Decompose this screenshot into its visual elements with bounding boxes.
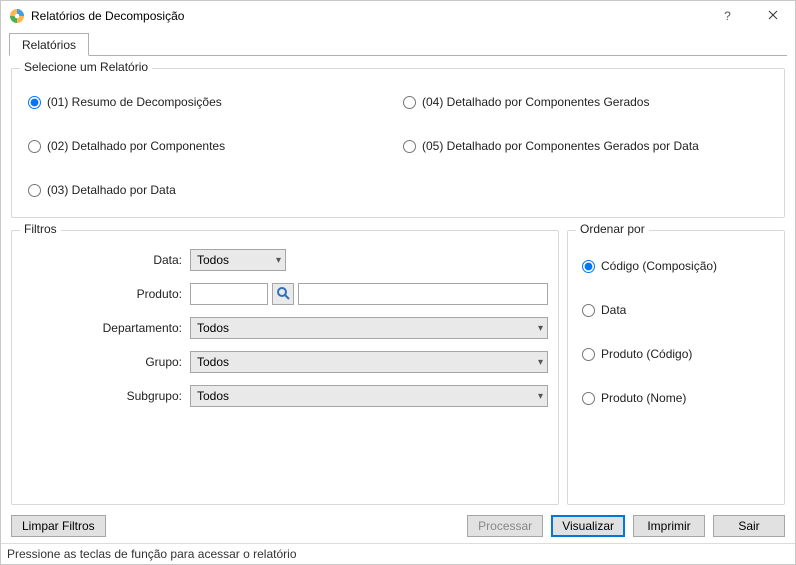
order-radio-produto-codigo[interactable] <box>582 348 595 361</box>
order-radio-codigo[interactable] <box>582 260 595 273</box>
chevron-down-icon: ▾ <box>538 391 543 402</box>
order-option-produto-nome[interactable]: Produto (Nome) <box>582 391 770 405</box>
label-grupo: Grupo: <box>145 355 190 369</box>
report-option-04[interactable]: (04) Detalhado por Componentes Gerados <box>403 95 768 109</box>
report-option-label: (01) Resumo de Decomposições <box>47 95 222 109</box>
report-option-label: (05) Detalhado por Componentes Gerados p… <box>422 139 699 153</box>
clear-filters-button[interactable]: Limpar Filtros <box>11 515 106 537</box>
select-data-value: Todos <box>197 253 229 267</box>
tab-relatorios[interactable]: Relatórios <box>9 33 89 56</box>
order-option-data[interactable]: Data <box>582 303 770 317</box>
input-produto-codigo[interactable] <box>190 283 268 305</box>
chevron-down-icon: ▾ <box>538 323 543 334</box>
chevron-down-icon: ▾ <box>538 357 543 368</box>
report-radio-04[interactable] <box>403 96 416 109</box>
report-option-label: (03) Detalhado por Data <box>47 183 176 197</box>
order-option-label: Data <box>601 303 626 317</box>
select-data[interactable]: Todos ▾ <box>190 249 286 271</box>
select-departamento[interactable]: Todos ▾ <box>190 317 548 339</box>
group-order: Ordenar por Código (Composição) Data Pro… <box>567 230 785 505</box>
order-option-produto-codigo[interactable]: Produto (Código) <box>582 347 770 361</box>
report-radio-02[interactable] <box>28 140 41 153</box>
report-radio-01[interactable] <box>28 96 41 109</box>
report-option-01[interactable]: (01) Resumo de Decomposições <box>28 95 393 109</box>
print-button[interactable]: Imprimir <box>633 515 705 537</box>
order-radio-produto-nome[interactable] <box>582 392 595 405</box>
label-subgrupo: Subgrupo: <box>127 389 190 403</box>
app-icon <box>9 8 25 24</box>
select-subgrupo-value: Todos <box>197 389 229 403</box>
order-option-label: Código (Composição) <box>601 259 717 273</box>
report-option-05[interactable]: (05) Detalhado por Componentes Gerados p… <box>403 139 768 153</box>
report-radio-03[interactable] <box>28 184 41 197</box>
status-bar: Pressione as teclas de função para acess… <box>1 543 795 564</box>
report-option-03[interactable]: (03) Detalhado por Data <box>28 183 393 197</box>
input-produto-nome[interactable] <box>298 283 548 305</box>
select-departamento-value: Todos <box>197 321 229 335</box>
report-option-label: (04) Detalhado por Componentes Gerados <box>422 95 649 109</box>
group-filters: Filtros Data: Todos ▾ Produto: <box>11 230 559 505</box>
select-subgrupo[interactable]: Todos ▾ <box>190 385 548 407</box>
label-produto: Produto: <box>137 287 190 301</box>
help-icon: ? <box>724 9 731 23</box>
process-button[interactable]: Processar <box>467 515 543 537</box>
order-option-codigo[interactable]: Código (Composição) <box>582 259 770 273</box>
report-option-label: (02) Detalhado por Componentes <box>47 139 225 153</box>
close-button[interactable] <box>750 1 795 31</box>
report-option-02[interactable]: (02) Detalhado por Componentes <box>28 139 393 153</box>
group-select-report-legend: Selecione um Relatório <box>20 60 152 74</box>
help-button[interactable]: ? <box>705 1 750 31</box>
order-option-label: Produto (Código) <box>601 347 692 361</box>
order-radio-data[interactable] <box>582 304 595 317</box>
button-row: Limpar Filtros Processar Visualizar Impr… <box>1 509 795 543</box>
title-bar: Relatórios de Decomposição ? <box>1 1 795 31</box>
exit-button[interactable]: Sair <box>713 515 785 537</box>
search-icon <box>276 286 290 303</box>
label-departamento: Departamento: <box>103 321 190 335</box>
close-icon <box>768 9 778 23</box>
select-grupo-value: Todos <box>197 355 229 369</box>
visualize-button[interactable]: Visualizar <box>551 515 625 537</box>
label-data: Data: <box>153 253 190 267</box>
lookup-produto-button[interactable] <box>272 283 294 305</box>
group-filters-legend: Filtros <box>20 222 61 236</box>
group-select-report: Selecione um Relatório (01) Resumo de De… <box>11 68 785 218</box>
tab-row: Relatórios <box>9 33 787 56</box>
select-grupo[interactable]: Todos ▾ <box>190 351 548 373</box>
order-option-label: Produto (Nome) <box>601 391 686 405</box>
window-title: Relatórios de Decomposição <box>31 1 184 31</box>
group-order-legend: Ordenar por <box>576 222 649 236</box>
chevron-down-icon: ▾ <box>276 255 281 266</box>
report-radio-05[interactable] <box>403 140 416 153</box>
